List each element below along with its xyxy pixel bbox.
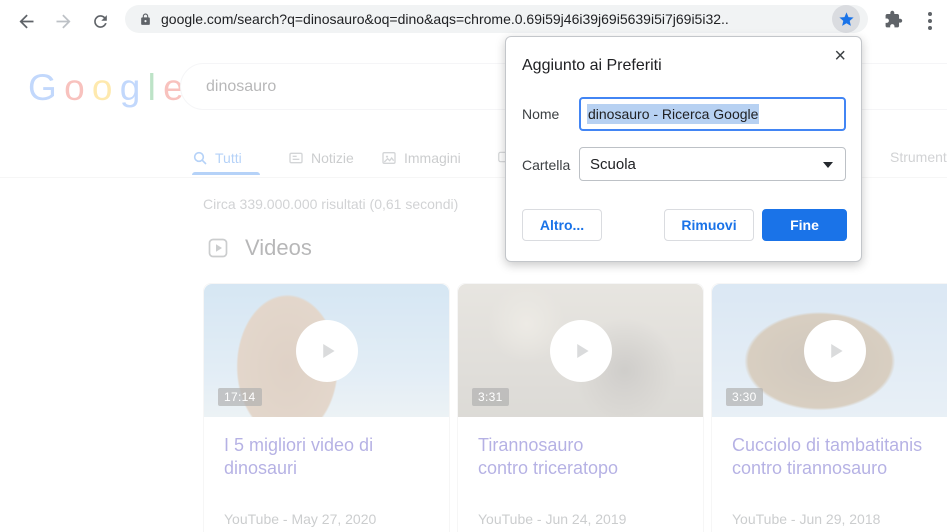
tab-label: Notizie — [311, 150, 354, 166]
video-source: YouTube - Jun 29, 2018 — [732, 511, 880, 527]
bookmark-name-input[interactable]: dinosauro - Ricerca Google — [579, 97, 846, 131]
videos-heading: Videos — [245, 235, 312, 261]
video-duration-badge: 3:30 — [726, 388, 763, 406]
news-icon — [288, 150, 304, 166]
video-card[interactable]: 3:31 Tirannosauro contro triceratopo You… — [457, 283, 704, 532]
play-icon — [314, 338, 340, 364]
back-button[interactable] — [12, 7, 40, 35]
more-button[interactable]: Altro... — [522, 209, 602, 241]
play-button[interactable] — [804, 320, 866, 382]
video-card[interactable]: 17:14 I 5 migliori video di dinosauri Yo… — [203, 283, 450, 532]
tab-notizie[interactable]: Notizie — [288, 147, 354, 169]
google-logo: G o o g l e — [28, 67, 182, 109]
tools-menu[interactable]: Strumenti — [890, 149, 947, 165]
video-source: YouTube - Jun 24, 2019 — [478, 511, 626, 527]
video-section-icon — [206, 236, 230, 260]
folder-value: Scuola — [590, 156, 636, 173]
folder-label: Cartella — [522, 157, 570, 173]
results-stats: Circa 339.000.000 risultati (0,61 second… — [203, 196, 458, 212]
tab-tutti[interactable]: Tutti — [192, 147, 242, 169]
play-button[interactable] — [296, 320, 358, 382]
lock-icon — [139, 13, 152, 26]
forward-arrow-icon — [53, 11, 74, 32]
selected-text: dinosauro - Ricerca Google — [587, 104, 759, 124]
logo-letter: l — [148, 67, 155, 108]
play-button[interactable] — [550, 320, 612, 382]
play-icon — [568, 338, 594, 364]
search-icon — [192, 150, 208, 166]
extensions-button[interactable] — [884, 10, 903, 32]
name-label: Nome — [522, 106, 559, 122]
menu-dot — [928, 19, 932, 23]
active-tab-underline — [192, 172, 260, 175]
tab-immagini[interactable]: Immagini — [381, 147, 461, 169]
tab-label: Tutti — [215, 150, 242, 166]
folder-select[interactable]: Scuola — [579, 147, 846, 181]
bookmark-star-button[interactable] — [832, 5, 860, 33]
menu-dot — [928, 12, 932, 16]
remove-button[interactable]: Rimuovi — [664, 209, 754, 241]
menu-dot — [928, 26, 932, 30]
address-bar[interactable]: google.com/search?q=dinosauro&oq=dino&aq… — [125, 5, 868, 33]
browser-window: G o o g l e dinosauro Tutti Notizie Imma… — [0, 0, 947, 532]
done-button[interactable]: Fine — [762, 209, 847, 241]
tab-label: Immagini — [404, 150, 461, 166]
videos-section-header: Videos — [206, 235, 312, 261]
play-icon — [822, 338, 848, 364]
search-query-text: dinosauro — [206, 78, 276, 96]
back-arrow-icon — [16, 11, 37, 32]
video-thumbnail[interactable]: 3:31 — [458, 284, 703, 417]
logo-letter: g — [120, 67, 139, 108]
video-thumbnail[interactable]: 17:14 — [204, 284, 449, 417]
reload-icon — [91, 12, 110, 31]
logo-letter: o — [64, 67, 83, 108]
video-duration-badge: 17:14 — [218, 388, 262, 406]
puzzle-icon — [884, 10, 903, 29]
url-text: google.com/search?q=dinosauro&oq=dino&aq… — [161, 11, 729, 27]
image-icon — [381, 150, 397, 166]
video-source: YouTube - May 27, 2020 — [224, 511, 376, 527]
star-icon — [838, 11, 855, 28]
chevron-down-icon — [823, 162, 833, 168]
logo-letter: o — [92, 67, 111, 108]
browser-menu-button[interactable] — [921, 8, 939, 34]
video-title-link[interactable]: Tirannosauro contro triceratopo — [478, 434, 618, 480]
video-title-link[interactable]: I 5 migliori video di dinosauri — [224, 434, 373, 480]
video-thumbnail[interactable]: 3:30 — [712, 284, 947, 417]
logo-letter: G — [28, 67, 55, 108]
video-card[interactable]: 3:30 Cucciolo di tambatitanis contro tir… — [711, 283, 947, 532]
dialog-title: Aggiunto ai Preferiti — [522, 57, 662, 75]
forward-button[interactable] — [49, 7, 77, 35]
video-title-link[interactable]: Cucciolo di tambatitanis contro tirannos… — [732, 434, 922, 480]
video-duration-badge: 3:31 — [472, 388, 509, 406]
close-button[interactable]: × — [830, 42, 850, 70]
reload-button[interactable] — [86, 7, 114, 35]
bookmark-dialog: Aggiunto ai Preferiti × Nome dinosauro -… — [505, 36, 862, 262]
